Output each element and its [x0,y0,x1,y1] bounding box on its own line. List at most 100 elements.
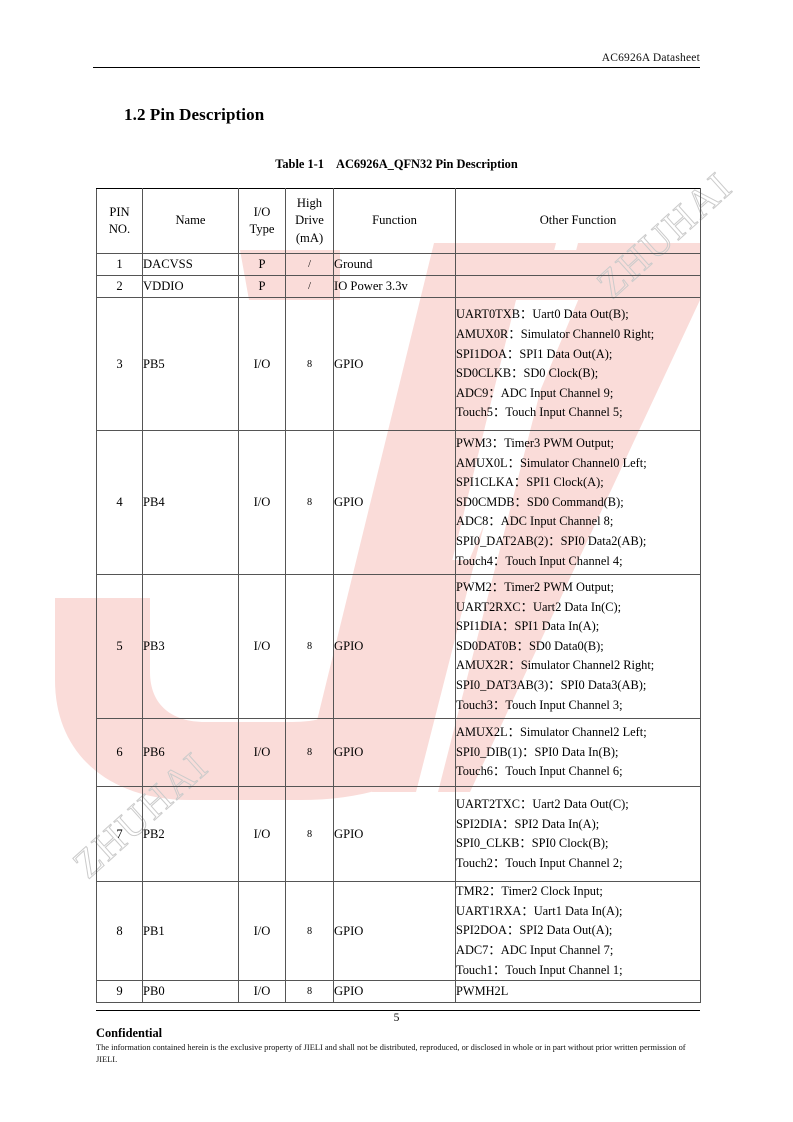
cell-other-function: UART0TXB：Uart0 Data Out(B); AMUX0R：Simula… [455,297,701,432]
page-number: 5 [393,1012,400,1024]
cell-function: GPIO [333,786,456,883]
cell-function: Ground [333,253,456,277]
cell-pin-no: 2 [96,275,143,299]
other-function-line: SPI1DIA：SPI1 Data In(A); [456,619,600,634]
table-row: 7 PB2 I/O 8 GPIO UART2TXC：Uart2 Data Out(C); S… [96,786,701,883]
other-function-line: SPI1DOA：SPI1 Data Out(A); [456,346,613,361]
other-function-line: SD0DAT0B：SD0 Data0(B); [456,638,604,653]
table-row: 8 PB1 I/O 8 GPIO TMR2：Timer2 Clock Input; UART… [96,881,701,982]
cell-function: GPIO [333,881,456,982]
running-header-title: AC6926A Datasheet [601,52,700,64]
cell-high-drive: 8 [285,980,334,1004]
cell-io-type: P [238,253,286,277]
other-function-line: ADC9：ADC Input Channel 9; [456,385,614,400]
table-row: 4 PB4 I/O 8 GPIO PWM3：Timer3 PWM Output; AMUX0… [96,430,701,576]
table-row: 1 DACVSS P / Ground [96,253,701,277]
other-function-line: PWM2：Timer2 PWM Output; [456,580,614,595]
cell-pin-no: 6 [96,718,143,788]
cell-other-function: PWM2：Timer2 PWM Output; UART2RXC：Uart2 Da… [455,574,701,720]
cell-name: PB6 [142,718,239,788]
pin-description-table: PIN NO. Name I/O Type High Drive (mA) Fu… [96,187,701,1004]
table-row: 9 PB0 I/O 8 GPIO PWMH2L [96,980,701,1004]
cell-io-type: P [238,275,286,299]
footer-rule [96,1010,700,1011]
col-header-name: Name [142,187,239,255]
cell-pin-no: 7 [96,786,143,883]
other-function-line: Touch2：Touch Input Channel 2; [456,855,623,870]
cell-io-type: I/O [238,786,286,883]
cell-name: PB1 [142,881,239,982]
other-function-line: AMUX0R：Simulator Channel0 Right; [456,326,655,341]
other-function-line: UART0TXB：Uart0 Data Out(B); [456,307,629,322]
cell-pin-no: 1 [96,253,143,277]
cell-high-drive: 8 [285,297,334,432]
other-function-line: UART1RXA：Uart1 Data In(A); [456,903,623,918]
table-caption: Table 1-1 AC6926A_QFN32 Pin Description [93,157,700,172]
cell-function: GPIO [333,574,456,720]
cell-high-drive: 8 [285,430,334,576]
cell-io-type: I/O [238,574,286,720]
cell-name: DACVSS [142,253,239,277]
cell-other-function: PWMH2L [455,980,701,1004]
table-row: 3 PB5 I/O 8 GPIO UART0TXB：Uart0 Data Out(B); A… [96,297,701,432]
other-function-line: UART2TXC：Uart2 Data Out(C); [456,796,629,811]
cell-name: PB3 [142,574,239,720]
cell-name: PB4 [142,430,239,576]
col-header-high-drive: High Drive (mA) [285,187,334,255]
cell-high-drive: 8 [285,574,334,720]
table-header: PIN NO. Name I/O Type High Drive (mA) Fu… [96,187,701,255]
other-function-line: ADC8：ADC Input Channel 8; [456,514,614,529]
cell-function: GPIO [333,718,456,788]
cell-other-function: AMUX2L：Simulator Channel2 Left; SPI0_DIB(… [455,718,701,788]
other-function-line: Touch3：Touch Input Channel 3; [456,697,623,712]
other-function-line: SD0CLKB：SD0 Clock(B); [456,366,599,381]
other-function-line: AMUX2R：Simulator Channel2 Right; [456,658,655,673]
other-function-line: ADC7：ADC Input Channel 7; [456,942,614,957]
table-row: 2 VDDIO P / IO Power 3.3v [96,275,701,299]
other-function-line: TMR2：Timer2 Clock Input; [456,884,603,899]
cell-high-drive: 8 [285,718,334,788]
other-function-line: SPI0_CLKB：SPI0 Clock(B); [456,836,609,851]
page-footer: Confidential The information contained h… [96,1010,700,1066]
cell-name: VDDIO [142,275,239,299]
cell-name: PB5 [142,297,239,432]
cell-high-drive: / [285,253,334,277]
cell-pin-no: 5 [96,574,143,720]
other-function-line: Touch4：Touch Input Channel 4; [456,553,623,568]
table-body: 1 DACVSS P / Ground 2 VDDIO P / IO Power 3.3v 3 PB5… [96,253,701,1004]
col-header-pin-no: PIN NO. [96,187,143,255]
other-function-line: PWM3：Timer3 PWM Output; [456,436,614,451]
cell-pin-no: 9 [96,980,143,1004]
cell-function: GPIO [333,297,456,432]
cell-other-function [455,275,701,299]
other-function-line: SPI1CLKA：SPI1 Clock(A); [456,475,604,490]
other-function-line: SPI0_DIB(1)：SPI0 Data In(B); [456,744,619,759]
confidential-label: Confidential [96,1026,163,1040]
cell-high-drive: 8 [285,881,334,982]
other-function-line: Touch1：Touch Input Channel 1; [456,962,623,977]
other-function-line: PWMH2L [456,983,509,998]
cell-io-type: I/O [238,881,286,982]
cell-io-type: I/O [238,430,286,576]
other-function-line: SPI0_DAT2AB(2)：SPI0 Data2(AB); [456,534,647,549]
cell-high-drive: 8 [285,786,334,883]
table-caption-label: Table 1-1 [275,157,325,171]
other-function-line: SPI0_DAT3AB(3)：SPI0 Data3(AB); [456,678,647,693]
cell-other-function [455,253,701,277]
other-function-line: SD0CMDB：SD0 Command(B); [456,494,624,509]
other-function-line: SPI2DIA：SPI2 Data In(A); [456,816,600,831]
other-function-line: Touch5：Touch Input Channel 5; [456,405,623,420]
cell-other-function: PWM3：Timer3 PWM Output; AMUX0L：Simulator … [455,430,701,576]
cell-name: PB0 [142,980,239,1004]
disclaimer-text: The information contained herein is the … [96,1043,686,1064]
table-header-row: PIN NO. Name I/O Type High Drive (mA) Fu… [96,187,701,255]
table-row: 5 PB3 I/O 8 GPIO PWM2：Timer2 PWM Output; UART2… [96,574,701,720]
other-function-line: AMUX2L：Simulator Channel2 Left; [456,725,647,740]
other-function-line: UART2RXC：Uart2 Data In(C); [456,599,622,614]
table-caption-title: AC6926A_QFN32 Pin Description [336,157,518,171]
col-header-function: Function [333,187,456,255]
cell-pin-no: 8 [96,881,143,982]
cell-pin-no: 4 [96,430,143,576]
cell-name: PB2 [142,786,239,883]
cell-io-type: I/O [238,980,286,1004]
